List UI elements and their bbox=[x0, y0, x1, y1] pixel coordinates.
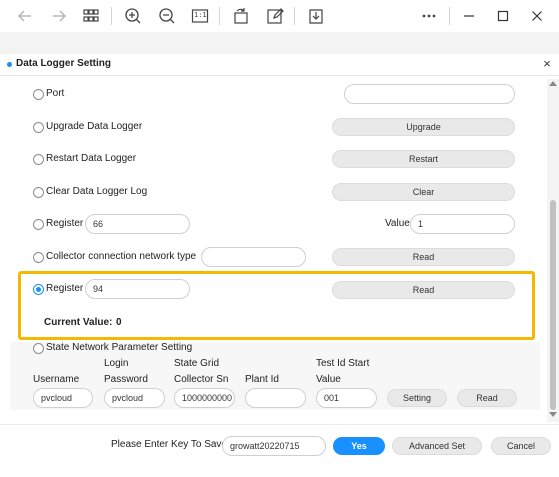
state-grid-label: State Network Parameter Setting bbox=[46, 342, 193, 353]
collector-sn-input[interactable]: 1000000000 bbox=[174, 388, 235, 408]
value-header: Value bbox=[316, 374, 341, 385]
toolbar-separator bbox=[111, 7, 112, 25]
save-key-input[interactable]: growatt20220715 bbox=[222, 436, 326, 456]
dialog-close-button[interactable]: × bbox=[541, 57, 553, 71]
rotate-icon[interactable] bbox=[230, 5, 252, 27]
toolbar-separator bbox=[449, 7, 450, 25]
username-header: Username bbox=[33, 374, 80, 385]
zoom-in-icon[interactable] bbox=[122, 5, 144, 27]
arrow-left-icon[interactable] bbox=[14, 5, 36, 27]
username-input[interactable]: pvcloud bbox=[33, 388, 93, 408]
scrollbar-thumb[interactable] bbox=[550, 200, 556, 410]
restart-label: Restart Data Logger bbox=[46, 153, 137, 164]
toolbar-separator bbox=[294, 7, 295, 25]
cancel-button[interactable]: Cancel bbox=[491, 437, 551, 455]
value-label: Value bbox=[385, 218, 410, 229]
save-key-prompt: Please Enter Key To Save bbox=[111, 439, 227, 450]
value-input[interactable]: 1 bbox=[410, 214, 515, 234]
more-icon[interactable] bbox=[418, 5, 440, 27]
port-input[interactable] bbox=[344, 84, 515, 104]
actual-size-text: 1:1 bbox=[194, 11, 207, 19]
clear-radio[interactable] bbox=[33, 187, 44, 198]
edit-icon[interactable] bbox=[264, 5, 286, 27]
minimize-icon[interactable] bbox=[458, 5, 480, 27]
actual-size-icon[interactable]: 1:1 bbox=[189, 5, 211, 27]
register-2-read-button[interactable]: Read bbox=[332, 281, 515, 299]
plant-id-input[interactable] bbox=[245, 388, 306, 408]
close-icon[interactable] bbox=[526, 5, 548, 27]
test-id-header-top: Test Id Start bbox=[316, 358, 370, 369]
scroll-down-icon[interactable] bbox=[549, 412, 557, 418]
restart-radio[interactable] bbox=[33, 154, 44, 165]
password-header: Password bbox=[104, 374, 148, 385]
dialog-header: Data Logger Setting × bbox=[0, 54, 559, 76]
restart-button[interactable]: Restart bbox=[332, 150, 515, 168]
port-label: Port bbox=[46, 88, 65, 99]
dialog-title: Data Logger Setting bbox=[16, 58, 112, 69]
clear-label: Clear Data Logger Log bbox=[46, 186, 148, 197]
arrow-right-icon[interactable] bbox=[48, 5, 70, 27]
network-type-radio[interactable] bbox=[33, 252, 44, 263]
toolbar: 1:1 bbox=[0, 0, 559, 32]
setting-button[interactable]: Setting bbox=[387, 389, 447, 407]
register-2-label: Register bbox=[46, 283, 84, 294]
register-input[interactable]: 66 bbox=[85, 214, 190, 234]
state-grid-read-button[interactable]: Read bbox=[457, 389, 517, 407]
login-header-top: Login bbox=[104, 358, 129, 369]
scroll-up-icon[interactable] bbox=[549, 80, 557, 86]
title-dot-icon bbox=[7, 62, 12, 67]
collector-sn-header: Collector Sn bbox=[174, 374, 229, 385]
network-read-button[interactable]: Read bbox=[332, 248, 515, 266]
register-label: Register bbox=[46, 218, 84, 229]
state-grid-radio[interactable] bbox=[33, 343, 44, 354]
current-value-label: Current Value: bbox=[44, 317, 113, 328]
network-type-input[interactable] bbox=[201, 247, 306, 267]
password-input[interactable]: pvcloud bbox=[104, 388, 165, 408]
register-2-input[interactable]: 94 bbox=[85, 279, 190, 299]
upgrade-radio[interactable] bbox=[33, 122, 44, 133]
port-radio[interactable] bbox=[33, 89, 44, 100]
maximize-icon[interactable] bbox=[492, 5, 514, 27]
state-grid-header-top: State Grid bbox=[174, 358, 220, 369]
plant-id-header: Plant Id bbox=[245, 374, 279, 385]
toolbar-spacer bbox=[0, 32, 559, 54]
save-icon[interactable] bbox=[305, 5, 327, 27]
upgrade-label: Upgrade Data Logger bbox=[46, 121, 143, 132]
grid-icon[interactable] bbox=[80, 5, 102, 27]
clear-button[interactable]: Clear bbox=[332, 183, 515, 201]
advanced-set-button[interactable]: Advanced Set bbox=[392, 437, 482, 455]
current-value: 0 bbox=[116, 317, 122, 328]
zoom-out-icon[interactable] bbox=[156, 5, 178, 27]
yes-button[interactable]: Yes bbox=[333, 437, 385, 455]
test-value-input[interactable]: 001 bbox=[316, 388, 377, 408]
toolbar-separator bbox=[219, 7, 220, 25]
register-radio[interactable] bbox=[33, 219, 44, 230]
network-type-label: Collector connection network type bbox=[46, 251, 197, 262]
register-2-radio[interactable] bbox=[33, 284, 44, 295]
upgrade-button[interactable]: Upgrade bbox=[332, 118, 515, 136]
